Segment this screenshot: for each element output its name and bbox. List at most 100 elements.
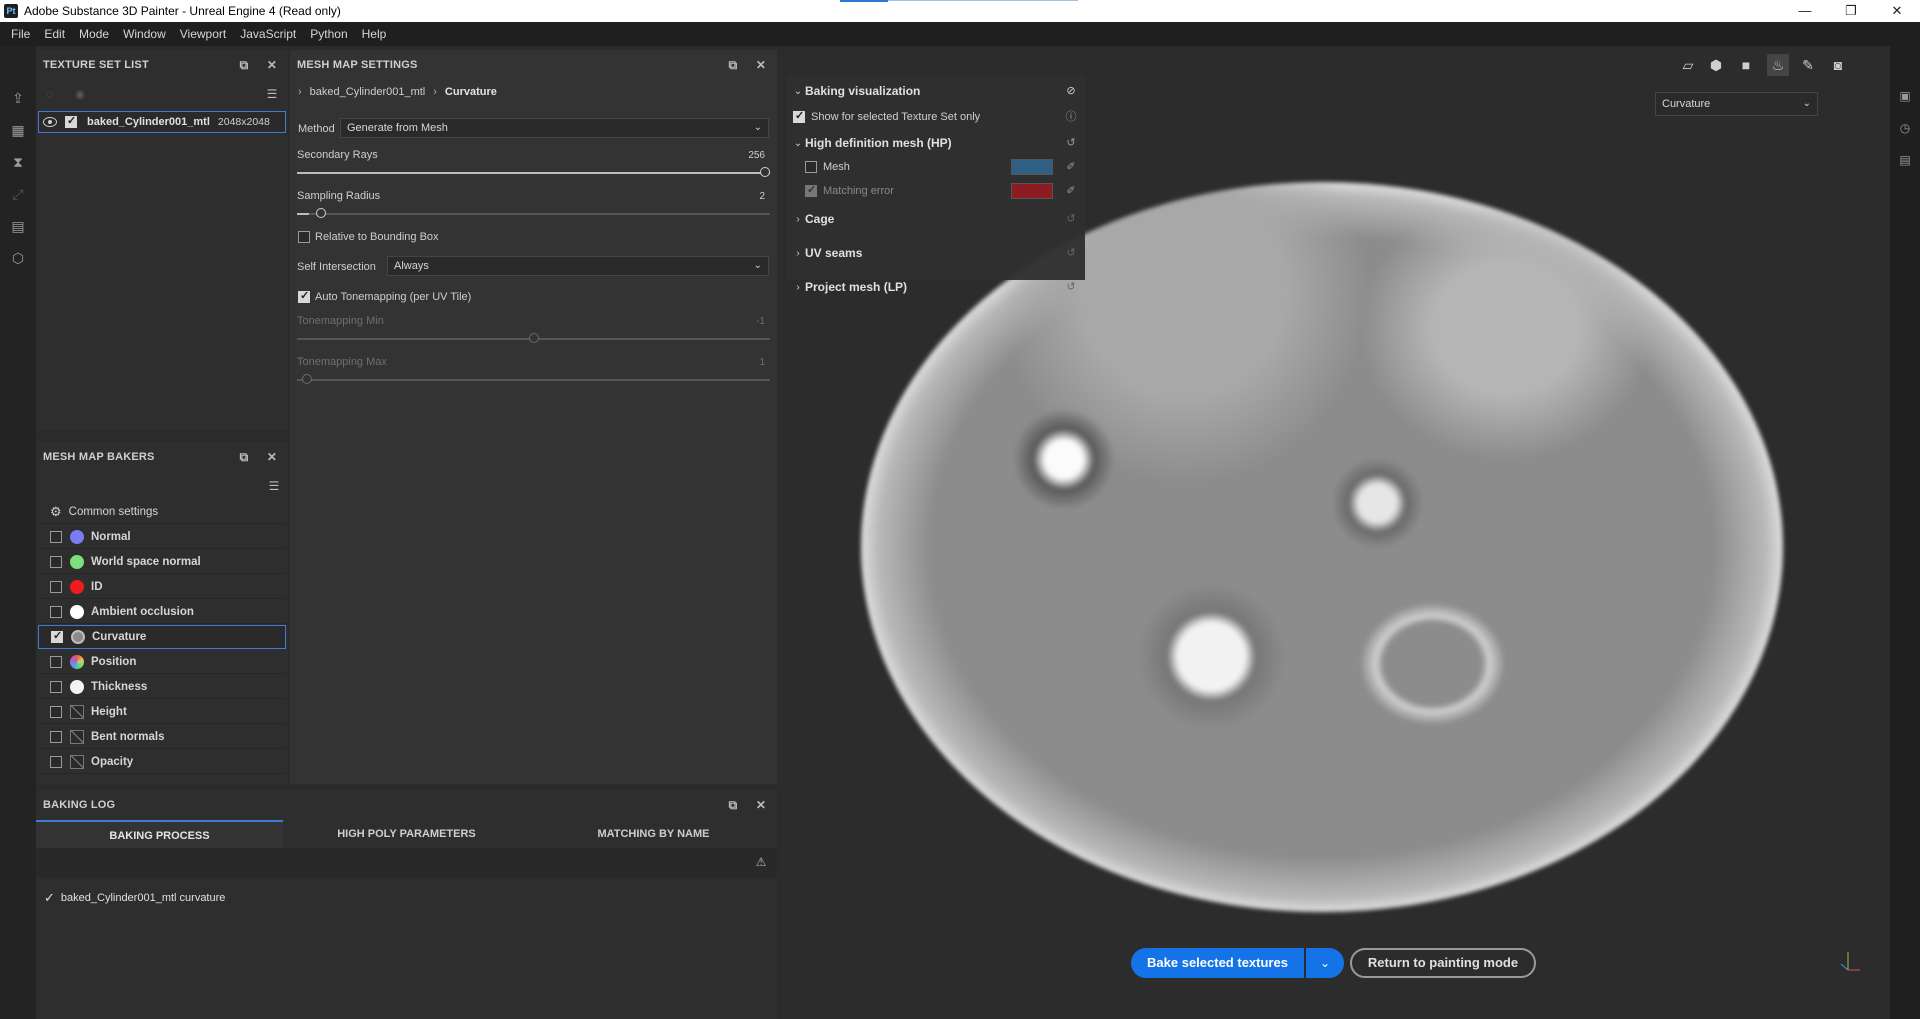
baker-row[interactable]: Position xyxy=(38,650,286,674)
info-icon[interactable]: ⓘ xyxy=(1063,109,1079,125)
properties-icon[interactable]: ▤ xyxy=(1897,152,1913,168)
display-settings-icon[interactable]: ▣ xyxy=(1897,88,1913,104)
matching-error-color-swatch[interactable] xyxy=(1011,183,1053,199)
close-panel-icon[interactable]: ✕ xyxy=(753,57,769,73)
list-menu-icon[interactable]: ☰ xyxy=(264,86,280,102)
bake-options-dropdown[interactable]: ⌄ xyxy=(1306,948,1344,978)
baker-checkbox[interactable] xyxy=(50,705,62,718)
hide-icon[interactable]: ◌ xyxy=(42,86,58,102)
reset-icon[interactable]: ↺ xyxy=(1063,211,1079,227)
menu-mode[interactable]: Mode xyxy=(72,22,116,46)
texture-set-icon[interactable]: ▦ xyxy=(8,120,28,140)
float-panel-icon[interactable]: ⧉ xyxy=(236,57,252,73)
show-selected-row[interactable]: Show for selected Texture Set only ⓘ xyxy=(787,106,1085,128)
relative-bbox-checkbox[interactable] xyxy=(298,231,310,243)
cube-icon[interactable]: ⬢ xyxy=(1705,54,1727,76)
viewport[interactable]: ▱ ⬢ ■ ♨ ✎ ◙ Curvature ⌄ ⌄ Baking visuali… xyxy=(781,46,1890,1019)
method-dropdown[interactable]: Generate from Mesh ⌄ xyxy=(340,118,769,138)
menu-python[interactable]: Python xyxy=(303,22,354,46)
close-panel-icon[interactable]: ✕ xyxy=(753,797,769,813)
self-intersection-dropdown[interactable]: Always ⌄ xyxy=(387,256,769,276)
export-icon[interactable]: ⇪ xyxy=(8,88,28,108)
mesh-cube-icon[interactable]: ⬡ xyxy=(8,248,28,268)
cage-section-header[interactable]: › Cage ↺ xyxy=(787,208,1085,230)
transform-icon[interactable]: ⤢ xyxy=(8,184,28,204)
secondary-rays-value[interactable]: 256 xyxy=(748,150,765,161)
reset-icon[interactable]: ↺ xyxy=(1063,279,1079,295)
baker-checkbox[interactable] xyxy=(50,530,62,543)
float-panel-icon[interactable]: ⧉ xyxy=(725,57,741,73)
sampling-radius-value[interactable]: 2 xyxy=(759,191,765,202)
texture-set-row[interactable]: baked_Cylinder001_mtl 2048x2048 xyxy=(38,111,286,133)
secondary-rays-slider-thumb[interactable] xyxy=(760,167,770,177)
menu-file[interactable]: File xyxy=(4,22,37,46)
show-selected-checkbox[interactable] xyxy=(793,109,805,123)
close-window-button[interactable]: ✕ xyxy=(1874,0,1920,22)
secondary-rays-slider-track[interactable] xyxy=(297,172,770,174)
bake-selected-textures-button[interactable]: Bake selected textures xyxy=(1131,948,1304,978)
reset-icon[interactable]: ↺ xyxy=(1063,135,1079,151)
breadcrumb-parent[interactable]: baked_Cylinder001_mtl xyxy=(310,86,426,98)
baker-checkbox[interactable] xyxy=(50,605,62,618)
baker-row[interactable]: Curvature xyxy=(38,625,286,649)
baker-row[interactable]: Height xyxy=(38,700,286,724)
tab-high-poly-parameters[interactable]: HIGH POLY PARAMETERS xyxy=(283,820,530,848)
menu-window[interactable]: Window xyxy=(116,22,173,46)
baker-checkbox[interactable] xyxy=(50,580,62,593)
float-panel-icon[interactable]: ⧉ xyxy=(725,797,741,813)
tab-matching-by-name[interactable]: MATCHING BY NAME xyxy=(530,820,777,848)
baker-row[interactable]: Ambient occlusion xyxy=(38,600,286,624)
hourglass-icon[interactable]: ⧗ xyxy=(8,152,28,172)
baker-checkbox[interactable] xyxy=(50,680,62,693)
bake-mode-icon[interactable]: ♨ xyxy=(1767,54,1789,76)
history-icon[interactable]: ◷ xyxy=(1897,120,1913,136)
warning-icon[interactable]: ⚠ xyxy=(753,854,769,870)
bake-document-icon[interactable]: ▤ xyxy=(8,216,28,236)
visibility-eye-icon[interactable] xyxy=(43,117,57,127)
baker-checkbox[interactable] xyxy=(50,730,62,743)
return-to-painting-mode-button[interactable]: Return to painting mode xyxy=(1350,948,1536,978)
baker-row[interactable]: Opacity xyxy=(38,750,286,774)
hp-section-header[interactable]: ⌄ High definition mesh (HP) ↺ xyxy=(787,132,1085,154)
eyedropper-icon[interactable]: ✐ xyxy=(1063,183,1079,199)
matching-error-checkbox[interactable] xyxy=(805,183,817,197)
project-mesh-section-header[interactable]: › Project mesh (LP) ↺ xyxy=(787,276,1085,298)
sampling-radius-slider-track[interactable] xyxy=(297,213,770,215)
viewport-display-select[interactable]: Curvature ⌄ xyxy=(1655,92,1818,116)
paint-brush-icon[interactable]: ✎ xyxy=(1797,54,1819,76)
menu-help[interactable]: Help xyxy=(355,22,394,46)
matching-error-row[interactable]: Matching error ✐ xyxy=(787,180,1085,202)
menu-javascript[interactable]: JavaScript xyxy=(233,22,303,46)
screenshot-icon[interactable]: ◙ xyxy=(1827,54,1849,76)
baker-checkbox[interactable] xyxy=(50,555,62,568)
mesh-checkbox[interactable] xyxy=(805,161,817,173)
float-panel-icon[interactable]: ⧉ xyxy=(236,449,252,465)
menu-viewport[interactable]: Viewport xyxy=(173,22,233,46)
mesh-color-swatch[interactable] xyxy=(1011,159,1053,175)
reset-icon[interactable]: ↺ xyxy=(1063,245,1079,261)
restore-button[interactable]: ❐ xyxy=(1828,0,1874,22)
eyedropper-icon[interactable]: ✐ xyxy=(1063,159,1079,175)
mesh-row[interactable]: Mesh ✐ xyxy=(787,156,1085,178)
hide-eye-icon[interactable]: ⊘ xyxy=(1063,83,1079,99)
texture-set-checkbox[interactable] xyxy=(65,114,77,128)
menu-edit[interactable]: Edit xyxy=(37,22,72,46)
baker-checkbox[interactable] xyxy=(51,629,63,643)
baker-row[interactable]: Thickness xyxy=(38,675,286,699)
sampling-radius-slider-thumb[interactable] xyxy=(315,208,326,218)
frame-icon[interactable]: ▱ xyxy=(1677,54,1699,76)
tab-baking-process[interactable]: BAKING PROCESS xyxy=(36,820,283,848)
baker-row[interactable]: Bent normals xyxy=(38,725,286,749)
uv-seams-section-header[interactable]: › UV seams ↺ xyxy=(787,242,1085,264)
close-panel-icon[interactable]: ✕ xyxy=(264,57,280,73)
baker-row[interactable]: Normal xyxy=(38,525,286,549)
baker-checkbox[interactable] xyxy=(50,655,62,668)
show-icon[interactable]: ◉ xyxy=(72,86,88,102)
baker-row[interactable]: ID xyxy=(38,575,286,599)
auto-tonemapping-checkbox[interactable] xyxy=(298,289,310,303)
baker-checkbox[interactable] xyxy=(50,755,62,768)
common-settings-row[interactable]: ⚙ Common settings xyxy=(38,500,286,524)
minimize-button[interactable]: — xyxy=(1782,0,1828,22)
close-panel-icon[interactable]: ✕ xyxy=(264,449,280,465)
camera-icon[interactable]: ■ xyxy=(1735,54,1757,76)
